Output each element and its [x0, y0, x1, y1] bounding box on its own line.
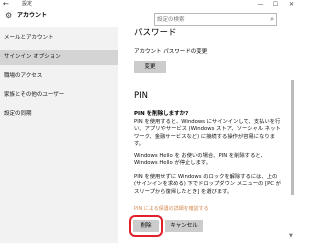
search-icon[interactable]: ⌕	[270, 14, 274, 25]
change-password-button[interactable]: 変更	[134, 61, 166, 73]
highlight-annotation	[129, 215, 163, 237]
maximize-button[interactable]: ☐	[270, 0, 281, 9]
sidebar-item-sync-settings[interactable]: 設定の同期	[0, 107, 118, 122]
scroll-down-icon[interactable]: ▼	[289, 233, 293, 239]
sidebar-item-email-accounts[interactable]: メールとアカウント	[0, 31, 118, 46]
password-heading: パスワード	[134, 28, 177, 38]
password-change-label: アカウント パスワードの変更	[134, 49, 208, 55]
pin-remove-question: PIN を削除しますか?	[134, 111, 189, 117]
search-input[interactable]	[157, 14, 257, 25]
page-title: アカウント	[17, 12, 48, 19]
cancel-button[interactable]: キャンセル	[165, 220, 203, 232]
sidebar-item-sign-in-options[interactable]: サインイン オプション	[0, 50, 118, 65]
minimize-button[interactable]: —	[255, 0, 266, 9]
sidebar: メールとアカウント サインイン オプション 職場のアクセス 家族とその他のユーザ…	[0, 27, 118, 243]
arrow-left-icon[interactable]: ←	[3, 0, 9, 9]
window-title: 設定	[22, 1, 33, 7]
scrollbar[interactable]	[291, 80, 294, 195]
pin-description-2: Windows Hello を お使いの場合、PIN を削除すると、Window…	[134, 153, 266, 167]
close-button[interactable]: ✕	[286, 0, 297, 9]
sidebar-item-family-users[interactable]: 家族とその他のユーザー	[0, 88, 118, 103]
pin-description-3: PIN を使用せずに Windows のロックを解除するには、上の (サインイン…	[134, 174, 281, 195]
pin-learn-more-link[interactable]: PIN による保護の詳細を確認する	[134, 205, 209, 213]
gear-icon: ⚙	[5, 11, 13, 20]
sidebar-item-work-access[interactable]: 職場のアクセス	[0, 69, 118, 84]
pin-heading: PIN	[134, 91, 148, 101]
pin-description-1: PIN を使用すると、Windows にサインインして、支払いを行い、アプリやサ…	[134, 119, 281, 147]
search-box[interactable]: ⌕	[154, 13, 277, 26]
